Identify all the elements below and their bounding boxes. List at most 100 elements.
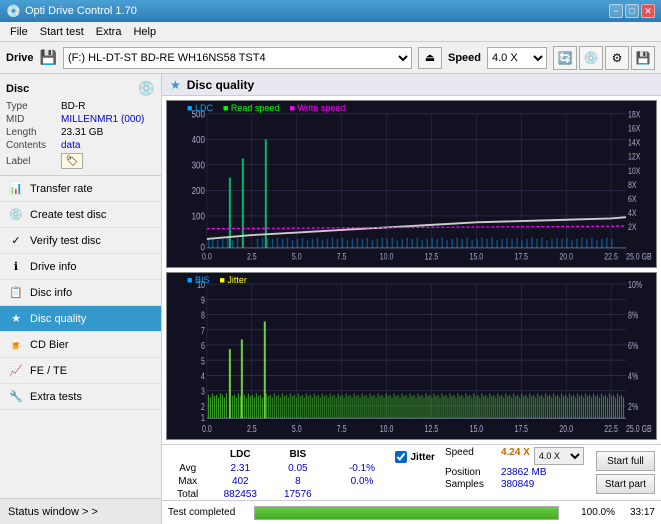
disc-contents-key: Contents	[6, 140, 61, 151]
nav-items: 📊 Transfer rate 💿 Create test disc ✓ Ver…	[0, 176, 161, 498]
svg-text:0.0: 0.0	[202, 423, 212, 434]
svg-text:25.0 GB: 25.0 GB	[626, 423, 652, 434]
disc-icon[interactable]: 💿	[579, 46, 603, 70]
jitter-checkbox[interactable]	[395, 451, 407, 463]
svg-text:7.5: 7.5	[337, 423, 347, 434]
chart1-svg: 500 400 300 200 100 0 18X 16X 14X 12X 10…	[167, 101, 656, 267]
disc-label-icon[interactable]: 🏷	[61, 153, 83, 169]
start-part-button[interactable]: Start part	[596, 474, 655, 494]
progress-bar-row: Test completed 100.0% 33:17	[162, 501, 661, 524]
refresh-icon[interactable]: 🔄	[553, 46, 577, 70]
drive-label: Drive	[6, 52, 34, 64]
svg-text:7.5: 7.5	[337, 252, 347, 262]
position-key: Position	[445, 467, 501, 478]
progress-time: 33:17	[621, 507, 655, 518]
svg-text:6X: 6X	[628, 194, 637, 204]
menu-help[interactable]: Help	[127, 24, 162, 40]
svg-text:6: 6	[201, 340, 205, 351]
svg-text:2: 2	[201, 401, 205, 412]
sidebar-item-transfer-rate[interactable]: 📊 Transfer rate	[0, 176, 161, 202]
menu-extra[interactable]: Extra	[90, 24, 128, 40]
svg-text:100: 100	[192, 211, 205, 222]
maximize-button[interactable]: □	[625, 4, 639, 18]
svg-text:300: 300	[192, 160, 205, 171]
disc-quality-icon: ★	[8, 311, 24, 327]
sidebar-item-extra-tests[interactable]: 🔧 Extra tests	[0, 384, 161, 410]
status-window-button[interactable]: Status window > >	[0, 498, 161, 524]
sidebar-item-disc-info[interactable]: 📋 Disc info	[0, 280, 161, 306]
disc-info-icon: 📋	[8, 285, 24, 301]
disc-type-val: BD-R	[61, 101, 85, 112]
eject-button[interactable]: ⏏	[418, 47, 442, 69]
save-icon[interactable]: 💾	[631, 46, 655, 70]
chart1-container: ■ LDC ■ Read speed ■ Write speed	[166, 100, 657, 268]
menu-file[interactable]: File	[4, 24, 34, 40]
svg-text:5: 5	[201, 355, 205, 366]
disc-panel-icon: 💿	[138, 80, 155, 97]
svg-text:2%: 2%	[628, 401, 639, 412]
start-full-button[interactable]: Start full	[596, 451, 655, 471]
chart2-svg: 10 9 8 7 6 5 4 3 2 1 10% 8% 6% 4% 2%	[167, 273, 656, 439]
sidebar-item-drive-info-label: Drive info	[30, 261, 76, 273]
svg-text:25.0 GB: 25.0 GB	[626, 252, 652, 262]
svg-text:15.0: 15.0	[470, 423, 484, 434]
svg-text:4X: 4X	[628, 208, 637, 218]
minimize-button[interactable]: −	[609, 4, 623, 18]
disc-contents-val: data	[61, 140, 80, 151]
titlebar: 💿 Opti Drive Control 1.70 − □ ✕	[0, 0, 661, 22]
content-header: ★ Disc quality	[162, 74, 661, 96]
disc-length-key: Length	[6, 127, 61, 138]
drive-select[interactable]: (F:) HL-DT-ST BD-RE WH16NS58 TST4	[63, 47, 412, 69]
menu-starttest[interactable]: Start test	[34, 24, 90, 40]
sidebar-item-create-test-disc-label: Create test disc	[30, 209, 106, 221]
svg-text:12X: 12X	[628, 152, 641, 162]
svg-text:200: 200	[192, 185, 205, 196]
ldc-header: LDC	[209, 447, 271, 462]
verify-test-disc-icon: ✓	[8, 233, 24, 249]
sidebar-item-transfer-rate-label: Transfer rate	[30, 183, 93, 195]
sidebar-item-disc-quality[interactable]: ★ Disc quality	[0, 306, 161, 332]
settings-icon[interactable]: ⚙	[605, 46, 629, 70]
speed-info: Speed 4.24 X 4.0 X Position 23862 MB Sam…	[439, 445, 590, 500]
svg-text:1: 1	[201, 412, 205, 423]
svg-text:20.0: 20.0	[559, 423, 573, 434]
sidebar-item-cd-bier[interactable]: 🍺 CD Bier	[0, 332, 161, 358]
speed-select[interactable]: 4.0 X	[487, 47, 547, 69]
avg-bis: 0.05	[271, 462, 324, 475]
sidebar-item-verify-test-disc[interactable]: ✓ Verify test disc	[0, 228, 161, 254]
chart2-legend: ■ BIS ■ Jitter	[187, 275, 247, 285]
sidebar-item-drive-info[interactable]: ℹ Drive info	[0, 254, 161, 280]
chart2-legend-bis: ■ BIS	[187, 275, 209, 285]
total-bis: 17576	[271, 488, 324, 501]
stats-table: LDC BIS Avg 2.31 0.05 -0.1%	[162, 445, 391, 500]
progress-bar-fill	[255, 507, 558, 519]
svg-text:10.0: 10.0	[380, 423, 394, 434]
svg-text:3: 3	[201, 386, 205, 397]
create-test-disc-icon: 💿	[8, 207, 24, 223]
disc-mid-key: MID	[6, 114, 61, 125]
speed-label: Speed	[448, 52, 481, 64]
sidebar-item-fe-te[interactable]: 📈 FE / TE	[0, 358, 161, 384]
close-button[interactable]: ✕	[641, 4, 655, 18]
action-buttons: Start full Start part	[590, 445, 661, 500]
bottom-bar: LDC BIS Avg 2.31 0.05 -0.1%	[162, 444, 661, 524]
avg-jitter: -0.1%	[337, 462, 388, 475]
svg-text:16X: 16X	[628, 124, 641, 134]
sidebar-item-extra-tests-label: Extra tests	[30, 391, 82, 403]
titlebar-title: Opti Drive Control 1.70	[25, 5, 137, 17]
svg-text:10%: 10%	[628, 279, 642, 290]
charts-container: ■ LDC ■ Read speed ■ Write speed	[162, 96, 661, 444]
svg-text:12.5: 12.5	[425, 423, 439, 434]
titlebar-buttons: − □ ✕	[609, 4, 655, 18]
max-jitter: 0.0%	[337, 475, 388, 488]
disc-type-key: Type	[6, 101, 61, 112]
avg-label: Avg	[166, 462, 209, 475]
sidebar-item-disc-quality-label: Disc quality	[30, 313, 86, 325]
bis-header: BIS	[271, 447, 324, 462]
drivebar: Drive 💾 (F:) HL-DT-ST BD-RE WH16NS58 TST…	[0, 42, 661, 74]
max-bis: 8	[271, 475, 324, 488]
speed-dropdown[interactable]: 4.0 X	[534, 447, 584, 465]
sidebar-item-create-test-disc[interactable]: 💿 Create test disc	[0, 202, 161, 228]
svg-text:6%: 6%	[628, 340, 639, 351]
svg-text:4%: 4%	[628, 370, 639, 381]
